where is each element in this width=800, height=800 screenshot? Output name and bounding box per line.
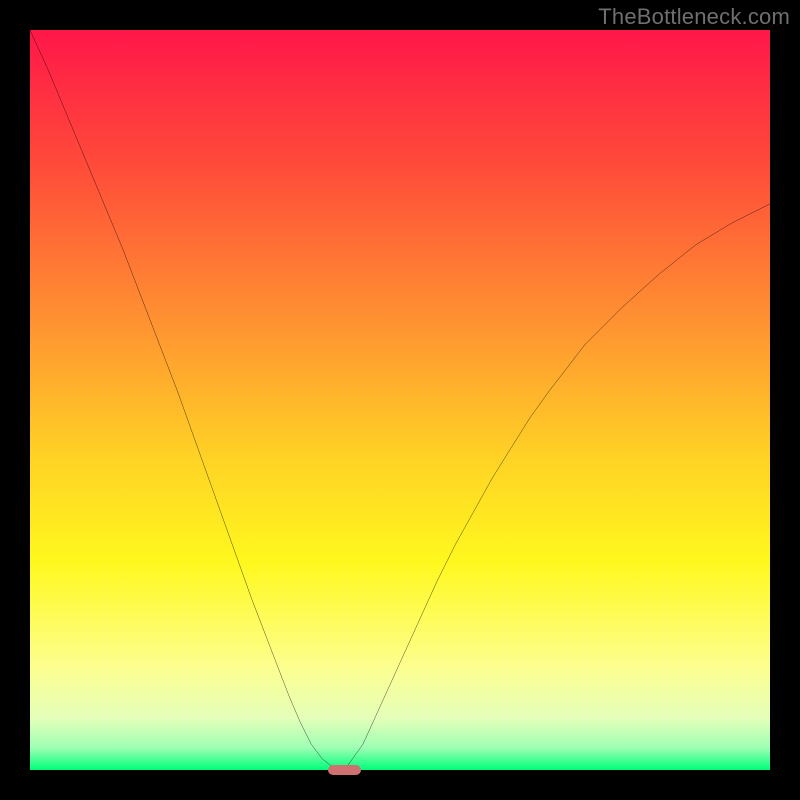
plot-area xyxy=(30,30,770,770)
chart-stage: TheBottleneck.com xyxy=(0,0,800,800)
watermark-text: TheBottleneck.com xyxy=(598,4,790,30)
bottleneck-curve xyxy=(30,30,770,770)
optimal-marker xyxy=(328,765,361,775)
